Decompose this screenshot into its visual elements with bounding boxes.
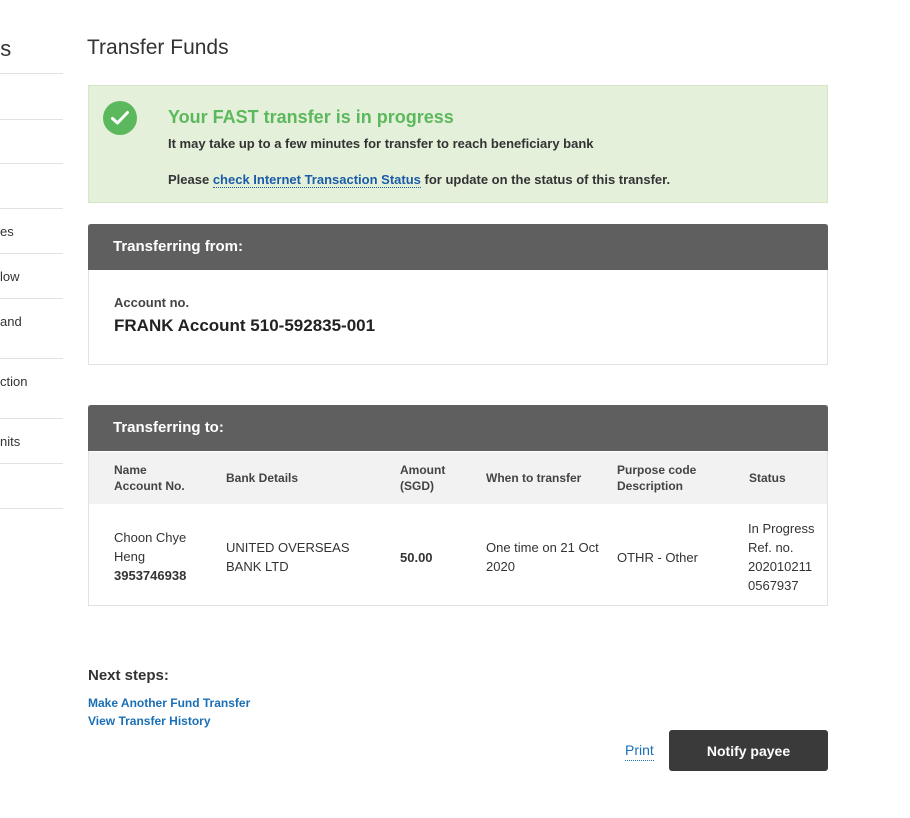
sidebar-item-8[interactable]: nits bbox=[0, 419, 63, 464]
column-when: When to transfer bbox=[486, 471, 582, 485]
page-title: Transfer Funds bbox=[87, 36, 229, 59]
transferring-from-panel: Transferring from: Account no. FRANK Acc… bbox=[88, 224, 828, 365]
status-value: In Progress Ref. no. 202010211 0567937 bbox=[748, 521, 815, 593]
sidebar-item-1[interactable] bbox=[0, 73, 63, 120]
column-name: Name Account No. bbox=[114, 463, 185, 493]
account-value: FRANK Account 510-592835-001 bbox=[114, 316, 376, 335]
column-amount: Amount (SGD) bbox=[400, 463, 446, 493]
bank-details: UNITED OVERSEAS BANK LTD bbox=[226, 540, 350, 574]
sidebar-item-2[interactable] bbox=[0, 119, 63, 164]
print-link[interactable]: Print bbox=[625, 742, 654, 761]
banner-status-note: Please check Internet Transaction Status… bbox=[168, 172, 671, 188]
sidebar: ds es low and ction nits bbox=[0, 0, 63, 509]
payee-name: Choon Chye Heng 3953746938 bbox=[114, 530, 187, 583]
sidebar-item-4[interactable]: es bbox=[0, 209, 63, 254]
column-bank: Bank Details bbox=[226, 471, 299, 485]
banner-message: It may take up to a few minutes for tran… bbox=[168, 136, 594, 151]
column-status: Status bbox=[749, 471, 786, 485]
success-banner: Your FAST transfer is in progress It may… bbox=[88, 85, 828, 203]
sidebar-item-6[interactable]: and bbox=[0, 299, 63, 359]
checkmark-circle-icon bbox=[103, 101, 137, 135]
transferring-to-panel: Transferring to: Name Account No. Bank De… bbox=[88, 405, 828, 606]
column-purpose: Purpose code Description bbox=[617, 463, 697, 493]
table-header: Name Account No. Bank Details Amount (SGD)… bbox=[89, 452, 827, 504]
amount-value: 50.00 bbox=[400, 550, 433, 565]
banner-title: Your FAST transfer is in progress bbox=[168, 107, 454, 127]
when-value: One time on 21 Oct 2020 bbox=[486, 540, 599, 574]
next-steps-title: Next steps: bbox=[88, 667, 169, 684]
transferring-to-header: Transferring to: bbox=[88, 405, 828, 451]
purpose-value: OTHR - Other bbox=[617, 550, 698, 565]
account-label: Account no. bbox=[114, 295, 190, 310]
sidebar-item-9[interactable] bbox=[0, 464, 63, 509]
notify-payee-button[interactable]: Notify payee bbox=[669, 730, 828, 771]
sidebar-title: ds bbox=[0, 36, 12, 61]
view-transfer-history-link[interactable]: View Transfer History bbox=[88, 714, 211, 728]
sidebar-item-7[interactable]: ction bbox=[0, 359, 63, 419]
transferring-from-header: Transferring from: bbox=[88, 224, 828, 270]
sidebar-item-5[interactable]: low bbox=[0, 254, 63, 299]
payee-account-no: 3953746938 bbox=[114, 568, 187, 583]
make-another-transfer-link[interactable]: Make Another Fund Transfer bbox=[88, 696, 250, 710]
check-transaction-status-link[interactable]: check Internet Transaction Status bbox=[212, 172, 421, 188]
sidebar-item-3[interactable] bbox=[0, 164, 63, 209]
